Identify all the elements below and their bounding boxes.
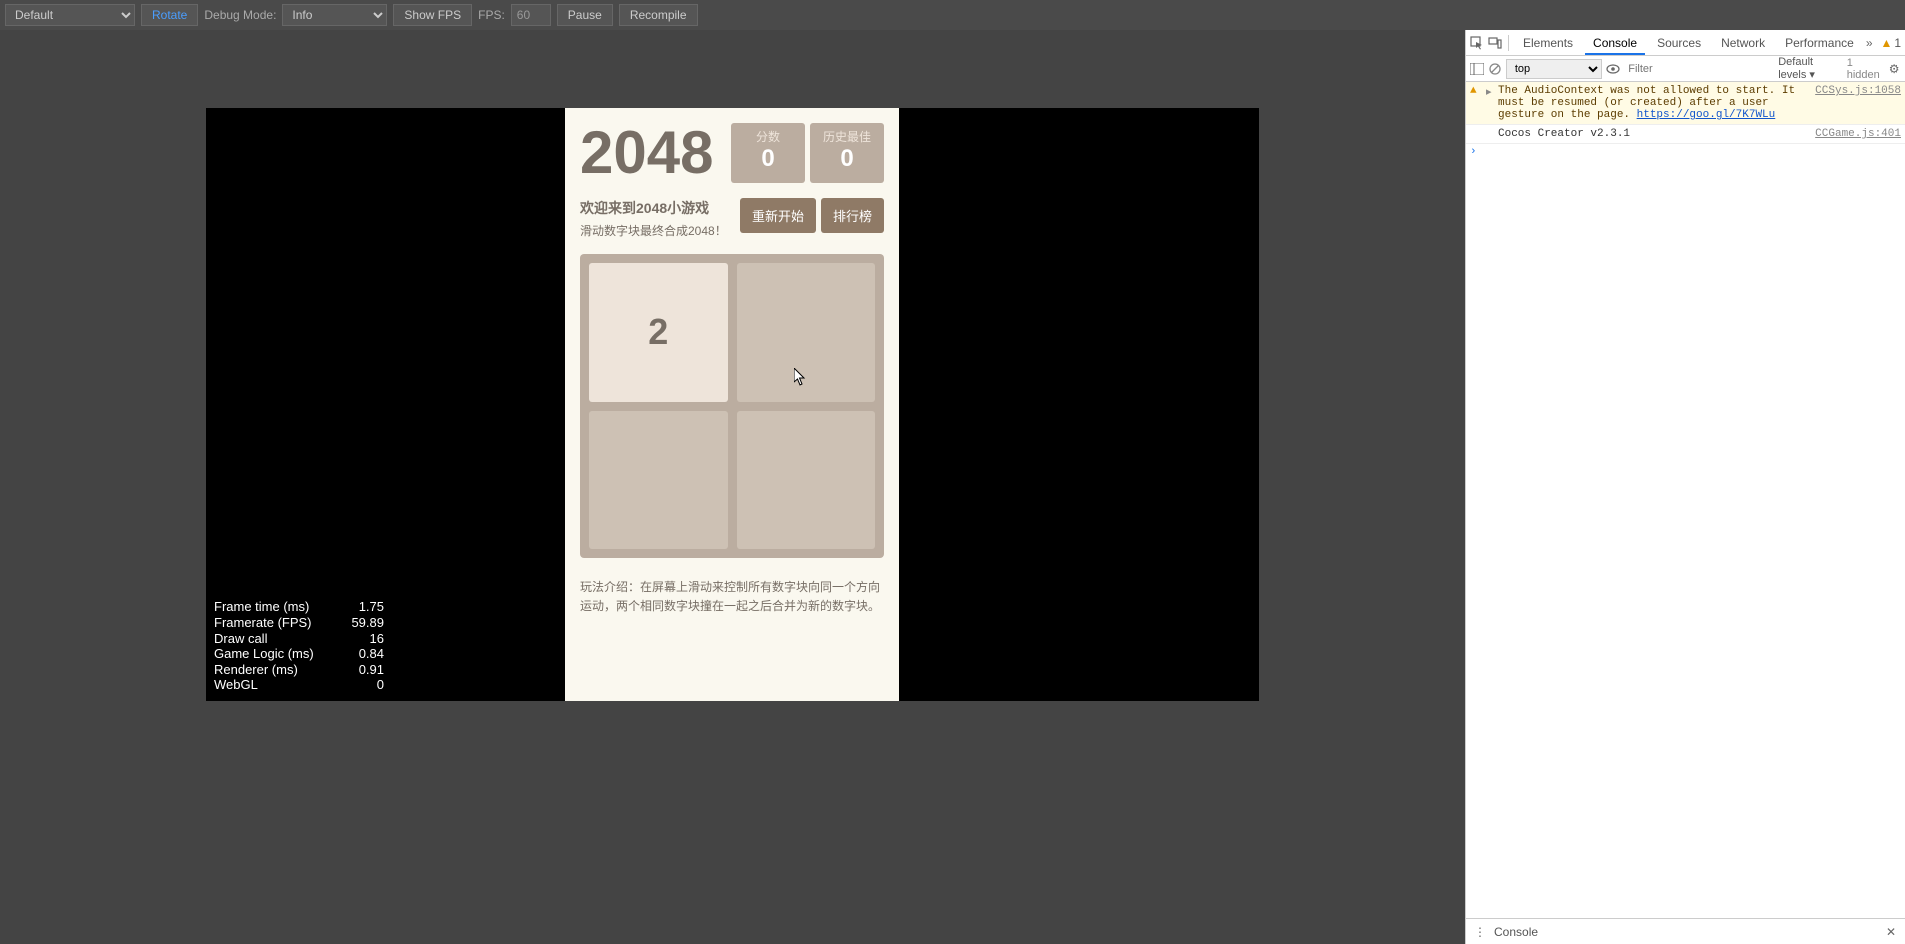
console-message[interactable]: ▲ ▸ The AudioContext was not allowed to … [1466, 82, 1905, 125]
devtools-drawer: ⋮ Console ✕ [1466, 918, 1905, 944]
more-tabs-icon[interactable]: » [1866, 35, 1873, 51]
devtools-tabbar: Elements Console Sources Network Perform… [1466, 30, 1905, 56]
console-message[interactable]: Cocos Creator v2.3.1 CCGame.js:401 [1466, 125, 1905, 144]
game-board[interactable]: 2 [580, 254, 884, 558]
warning-icon: ▲ [1470, 85, 1482, 97]
clear-console-icon[interactable] [1488, 61, 1502, 77]
welcome-text: 欢迎来到2048小游戏 [580, 198, 735, 218]
kebab-icon[interactable]: ⋮ [1472, 924, 1488, 940]
preset-select[interactable]: Default [5, 4, 135, 26]
separator [1508, 35, 1509, 51]
best-value: 0 [820, 145, 874, 173]
score-box: 分数 0 [731, 123, 805, 183]
sidebar-toggle-icon[interactable] [1470, 61, 1484, 77]
devtools-panel: Elements Console Sources Network Perform… [1465, 30, 1905, 944]
context-select[interactable]: top [1506, 59, 1602, 79]
debug-mode-label: Debug Mode: [204, 8, 276, 22]
warning-count[interactable]: ▲1 [1881, 36, 1902, 50]
tab-sources[interactable]: Sources [1649, 32, 1709, 54]
tab-performance[interactable]: Performance [1777, 32, 1862, 54]
preview-area: 2048 分数 0 历史最佳 0 欢迎来到2048小游戏 滑动数字块最终合成20… [0, 30, 1465, 944]
instruction-text: 滑动数字块最终合成2048！ [580, 222, 735, 239]
message-text: The AudioContext was not allowed to star… [1498, 85, 1811, 121]
best-box: 历史最佳 0 [810, 123, 884, 183]
drawer-tab-console[interactable]: Console [1494, 925, 1538, 939]
fps-input[interactable] [511, 4, 551, 26]
tile: 2 [589, 263, 728, 402]
message-source[interactable]: CCSys.js:1058 [1815, 85, 1901, 97]
pause-button[interactable]: Pause [557, 4, 613, 26]
best-label: 历史最佳 [820, 128, 874, 145]
message-source[interactable]: CCGame.js:401 [1815, 128, 1901, 140]
score-label: 分数 [741, 128, 795, 145]
tab-console[interactable]: Console [1585, 32, 1645, 55]
console-prompt[interactable]: › [1466, 144, 1905, 160]
tab-network[interactable]: Network [1713, 32, 1773, 54]
console-body[interactable]: ▲ ▸ The AudioContext was not allowed to … [1466, 82, 1905, 918]
levels-dropdown[interactable]: Default levels ▾ [1778, 56, 1842, 81]
tab-elements[interactable]: Elements [1515, 32, 1581, 54]
restart-button[interactable]: 重新开始 [740, 198, 816, 233]
stats-overlay: Frame time (ms)1.75 Framerate (FPS)59.89… [214, 599, 384, 693]
expand-icon[interactable]: ▸ [1486, 85, 1494, 99]
score-value: 0 [741, 145, 795, 173]
stat-row: Frame time (ms)1.75 [214, 599, 384, 615]
hidden-count[interactable]: 1 hidden [1847, 57, 1883, 81]
message-text: Cocos Creator v2.3.1 [1498, 128, 1811, 140]
game-help: 玩法介绍：在屏幕上滑动来控制所有数字块向同一个方向运动，两个相同数字块撞在一起之… [580, 578, 884, 616]
inspect-icon[interactable] [1470, 35, 1484, 51]
rotate-button[interactable]: Rotate [141, 4, 198, 26]
close-icon[interactable]: ✕ [1883, 924, 1899, 940]
stat-row: Draw call16 [214, 631, 384, 647]
recompile-button[interactable]: Recompile [619, 4, 698, 26]
empty-cell [737, 263, 876, 402]
console-filterbar: top Default levels ▾ 1 hidden ⚙ [1466, 56, 1905, 82]
show-fps-button[interactable]: Show FPS [393, 4, 472, 26]
live-expr-icon[interactable] [1606, 61, 1620, 77]
stat-row: WebGL0 [214, 677, 384, 693]
debug-mode-select[interactable]: Info [282, 4, 387, 26]
game-title: 2048 [580, 123, 726, 183]
stat-row: Renderer (ms)0.91 [214, 662, 384, 678]
device-icon[interactable] [1488, 35, 1502, 51]
fps-label: FPS: [478, 8, 505, 22]
game-canvas[interactable]: 2048 分数 0 历史最佳 0 欢迎来到2048小游戏 滑动数字块最终合成20… [206, 108, 1259, 701]
stat-row: Game Logic (ms)0.84 [214, 646, 384, 662]
leaderboard-button[interactable]: 排行榜 [821, 198, 884, 233]
toolbar: Default Rotate Debug Mode: Info Show FPS… [0, 0, 1905, 30]
filter-input[interactable] [1624, 61, 1774, 77]
message-link[interactable]: https://goo.gl/7K7WLu [1637, 109, 1776, 121]
stat-row: Framerate (FPS)59.89 [214, 615, 384, 631]
game-2048[interactable]: 2048 分数 0 历史最佳 0 欢迎来到2048小游戏 滑动数字块最终合成20… [565, 108, 899, 701]
empty-cell [589, 411, 728, 550]
settings-icon[interactable]: ⚙ [1887, 61, 1901, 77]
empty-cell [737, 411, 876, 550]
